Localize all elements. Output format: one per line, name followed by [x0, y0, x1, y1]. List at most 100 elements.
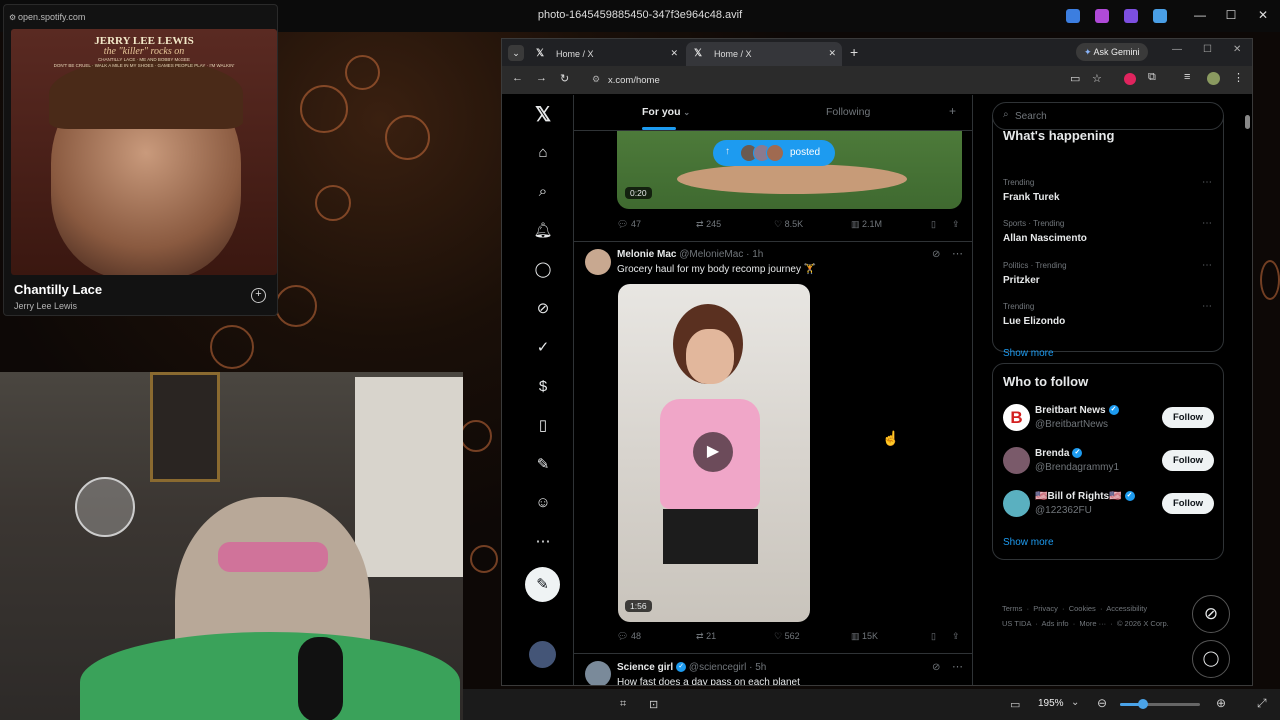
reload-icon[interactable]: ↻ — [560, 72, 569, 85]
tweet-author-handle[interactable]: @sciencegirl — [689, 662, 746, 673]
tweet-author-handle[interactable]: @MelonieMac — [679, 249, 743, 260]
show-more-link[interactable]: Show more — [1003, 348, 1054, 359]
monetization-icon[interactable]: $ — [532, 376, 554, 398]
articles-icon[interactable]: ✎ — [532, 454, 554, 476]
close-tab-icon[interactable]: ✕ — [828, 48, 836, 59]
bill-of-rights-avatar[interactable] — [1003, 490, 1030, 517]
account-name[interactable]: Brenda ✓ — [1035, 448, 1083, 459]
tweet-author-avatar[interactable] — [585, 249, 611, 275]
verified-orgs-icon[interactable]: ✓ — [532, 337, 554, 359]
more-icon[interactable]: ⋯ — [532, 531, 554, 553]
tab-home-x-2[interactable]: 𝕏 Home / X ✕ — [686, 42, 842, 66]
media-control-icon[interactable]: ≡ — [1184, 71, 1190, 83]
tweet-timestamp[interactable]: · 1h — [746, 249, 763, 260]
fit-screen-icon[interactable]: ▭ — [1010, 698, 1020, 711]
add-to-library-button[interactable]: + — [251, 288, 266, 303]
new-posts-pill[interactable]: ↑ posted — [713, 140, 835, 166]
bookmark-icon[interactable]: ▯ — [931, 219, 936, 230]
tab-for-you[interactable]: For you ⌄ — [642, 106, 690, 118]
footer-link[interactable]: Cookies — [1069, 604, 1096, 613]
footer-link[interactable]: Accessibility — [1106, 604, 1147, 613]
site-settings-icon[interactable]: ⚙ — [9, 13, 16, 22]
zoom-out-icon[interactable]: ⊖ — [1097, 696, 1107, 710]
follow-button[interactable]: Follow — [1162, 407, 1214, 428]
views-action[interactable]: ▥ 2.1M — [851, 219, 882, 230]
like-action[interactable]: ♡ 8.5K — [774, 219, 803, 230]
trend-name[interactable]: Frank Turek — [1003, 192, 1060, 203]
add-feed-icon[interactable]: + — [949, 104, 956, 118]
show-more-link[interactable]: Show more — [1003, 537, 1054, 548]
trend-name[interactable]: Lue Elizondo — [1003, 316, 1065, 327]
minimize-icon[interactable]: — — [1185, 8, 1215, 22]
minimize-icon[interactable]: — — [1172, 44, 1182, 55]
views-action[interactable]: ▥ 15K — [851, 631, 878, 642]
bookmarks-icon[interactable]: ▯ — [532, 415, 554, 437]
footer-link[interactable]: More ··· — [1079, 619, 1106, 628]
messages-icon[interactable]: ◯ — [532, 259, 554, 281]
grok-icon[interactable]: ⊘ — [932, 662, 940, 673]
tweet-video[interactable]: ▶ — [618, 284, 810, 622]
app-icon[interactable] — [1095, 9, 1109, 23]
zoom-slider-thumb[interactable] — [1138, 699, 1148, 709]
maximize-icon[interactable]: ☐ — [1216, 8, 1246, 22]
profile-avatar-icon[interactable] — [1207, 72, 1220, 85]
maximize-icon[interactable]: ☐ — [1203, 44, 1212, 55]
footer-link[interactable]: Ads info — [1041, 619, 1068, 628]
new-tab-icon[interactable]: + — [850, 44, 858, 60]
footer-link[interactable]: Terms — [1002, 604, 1022, 613]
app-icon[interactable] — [1124, 9, 1138, 23]
reply-action[interactable]: 💬︎ 47 — [617, 219, 641, 230]
trend-name[interactable]: Allan Nascimento — [1003, 233, 1087, 244]
bookmark-star-icon[interactable]: ☆ — [1092, 72, 1102, 85]
account-name[interactable]: Breitbart News ✓ — [1035, 405, 1119, 416]
share-icon[interactable]: ⇪ — [952, 631, 960, 642]
ask-gemini-button[interactable]: ✦ Ask Gemini — [1076, 43, 1148, 61]
menu-icon[interactable]: ⋮ — [1233, 71, 1244, 84]
song-artist[interactable]: Jerry Lee Lewis — [14, 301, 77, 311]
grok-icon[interactable]: ⊘ — [932, 249, 940, 260]
home-icon[interactable]: ⌂ — [532, 142, 554, 164]
grok-fab-icon[interactable]: ⊘ — [1192, 595, 1230, 633]
tweet-author-avatar[interactable] — [585, 661, 611, 685]
search-icon[interactable]: ⌕ — [532, 181, 554, 203]
grok-icon[interactable]: ⊘ — [532, 298, 554, 320]
notifications-icon[interactable]: 🔔︎ — [532, 220, 554, 242]
tab-home-x-1[interactable]: 𝕏 Home / X ✕ — [528, 42, 684, 66]
more-options-icon[interactable]: ⋯ — [952, 247, 963, 260]
account-name[interactable]: 🇺🇸Bill of Rights🇺🇸 ✓ — [1035, 491, 1135, 502]
address-bar[interactable]: ⚙ x.com/home — [592, 70, 1062, 90]
more-options-icon[interactable]: ⋯ — [952, 660, 963, 673]
account-handle[interactable]: @Brendagrammy1 — [1035, 462, 1119, 473]
tab-following[interactable]: Following — [826, 106, 870, 118]
account-handle[interactable]: @122362FU — [1035, 505, 1092, 516]
fullscreen-icon[interactable]: ⤢ — [1257, 696, 1267, 711]
play-icon[interactable]: ▶ — [693, 432, 733, 472]
like-action[interactable]: ♡ 562 — [774, 631, 800, 642]
breitbart-avatar[interactable]: B — [1003, 404, 1030, 431]
share-icon[interactable]: ⇪ — [952, 219, 960, 230]
repost-action[interactable]: ⇄ 245 — [696, 219, 721, 230]
follow-button[interactable]: Follow — [1162, 493, 1214, 514]
zoom-in-icon[interactable]: ⊕ — [1216, 696, 1226, 710]
extensions-icon[interactable]: ⧉ — [1148, 71, 1156, 84]
tweet-author-name[interactable]: Science girl — [617, 662, 673, 673]
tweet-timestamp[interactable]: · 5h — [749, 662, 766, 673]
adblock-icon[interactable] — [1124, 73, 1136, 85]
tweet-author-name[interactable]: Melonie Mac — [617, 249, 676, 260]
zoom-slider[interactable] — [1120, 699, 1200, 709]
cast-icon[interactable]: ▭ — [1070, 72, 1080, 85]
forward-icon[interactable]: → — [536, 72, 547, 84]
footer-link[interactable]: US TIDA — [1002, 619, 1031, 628]
zoom-level[interactable]: 195% — [1038, 698, 1064, 709]
cloud-icon[interactable] — [1153, 9, 1167, 23]
trend-more-icon[interactable]: ⋯ — [1202, 218, 1212, 229]
crop-icon[interactable]: ⌗ — [620, 698, 626, 711]
zoom-dropdown-icon[interactable]: ⌄ — [1071, 697, 1079, 708]
site-info-icon[interactable]: ⚙ — [592, 74, 600, 85]
repost-action[interactable]: ⇄ 21 — [696, 631, 716, 642]
close-icon[interactable]: ✕ — [1248, 8, 1278, 22]
brenda-avatar[interactable] — [1003, 447, 1030, 474]
trend-more-icon[interactable]: ⋯ — [1202, 301, 1212, 312]
ocr-icon[interactable]: ⊡ — [649, 698, 658, 711]
messages-fab-icon[interactable]: ◯ — [1192, 640, 1230, 678]
